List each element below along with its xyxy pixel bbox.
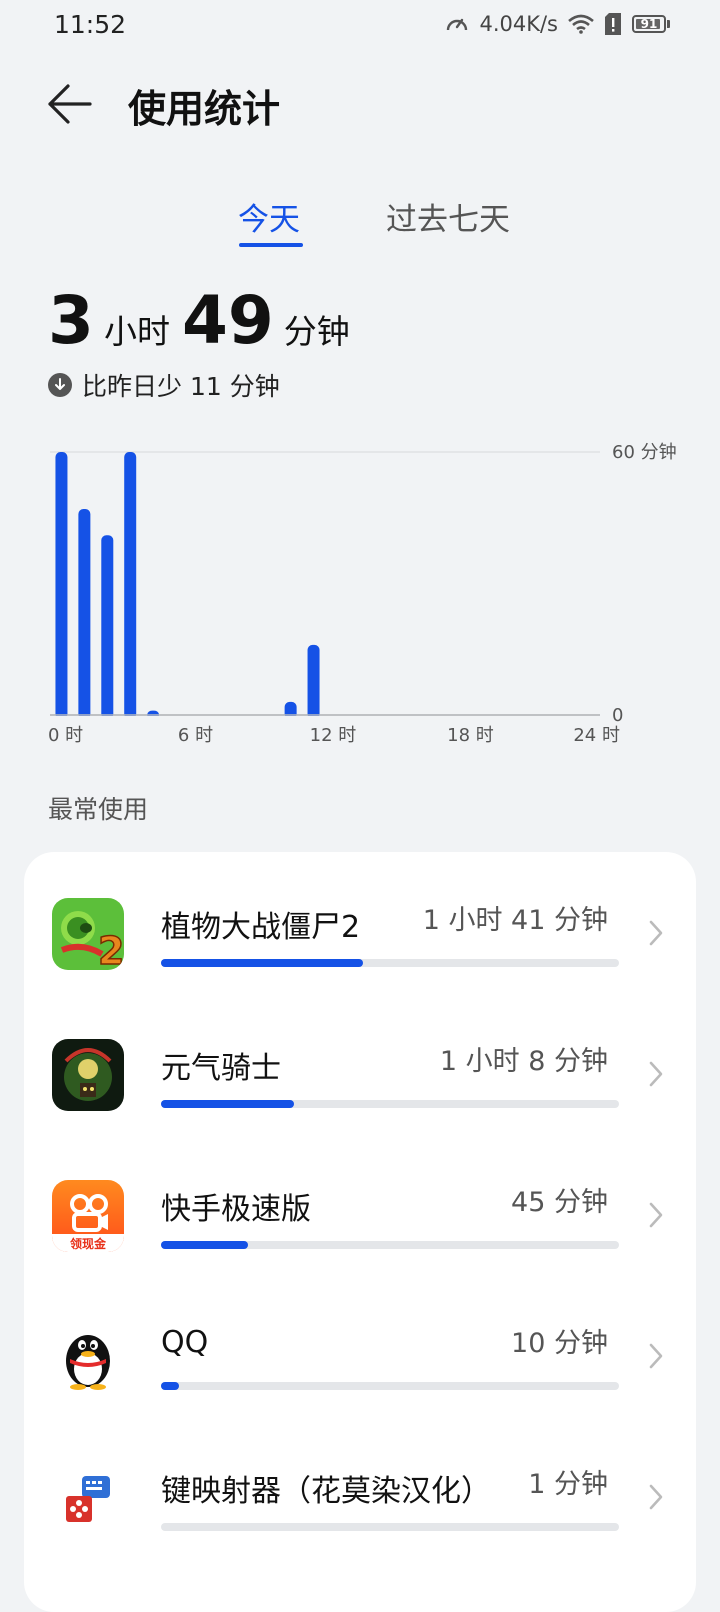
usage-bar bbox=[161, 1100, 619, 1108]
most-used-title: 最常使用 bbox=[48, 795, 149, 824]
net-speed: 4.04K/s bbox=[479, 12, 558, 36]
chevron-right-icon bbox=[649, 1061, 663, 1087]
chart-bar bbox=[78, 508, 91, 719]
compare-yesterday: 比昨日少 11 分钟 bbox=[48, 367, 280, 403]
chart-bar bbox=[101, 535, 114, 719]
usage-bar bbox=[161, 1523, 619, 1531]
app-row-key-mapper[interactable]: 键映射器（花莫染汉化） 1 分钟 bbox=[24, 1416, 696, 1560]
chart-bar bbox=[124, 452, 137, 719]
x-axis-tick-label: 12 时 bbox=[310, 725, 357, 746]
usage-bar bbox=[161, 1241, 619, 1249]
active-tab-indicator bbox=[239, 243, 303, 247]
chart-baseline-mask bbox=[48, 716, 602, 722]
key-mapper-icon bbox=[52, 1462, 124, 1534]
arrow-down-icon bbox=[48, 373, 72, 397]
usage-bar bbox=[161, 959, 619, 967]
chart-bar bbox=[55, 452, 68, 719]
chevron-right-icon bbox=[649, 1484, 663, 1510]
status-bar: 11:52 4.04K/s 91 bbox=[0, 0, 720, 50]
chevron-right-icon bbox=[649, 1343, 663, 1369]
x-axis-tick-label: 24 时 bbox=[573, 725, 620, 746]
speedometer-icon bbox=[447, 18, 468, 31]
hourly-usage-chart: 60 分钟 0 0 时 6 时 12 时 18 时 24 时 bbox=[48, 442, 677, 746]
y-axis-zero-label: 0 bbox=[612, 705, 623, 726]
chart-bar bbox=[307, 644, 320, 719]
y-axis-max-label: 60 分钟 bbox=[612, 442, 677, 463]
app-time: 1 小时 41 分钟 bbox=[422, 905, 608, 936]
sim-alert-icon bbox=[605, 13, 621, 35]
battery-level: 91 bbox=[640, 17, 658, 31]
x-axis-tick-label: 18 时 bbox=[447, 725, 494, 746]
status-icons: 4.04K/s 91 bbox=[445, 12, 670, 36]
svg-text:2: 2 bbox=[98, 929, 124, 970]
app-time: 1 小时 8 分钟 bbox=[439, 1046, 608, 1077]
hours-unit: 小时 bbox=[103, 312, 170, 351]
kuaishou-badge-text: 领现金 bbox=[70, 1236, 107, 1251]
app-name: 键映射器（花莫染汉化） bbox=[161, 1474, 491, 1509]
compare-text: 比昨日少 11 分钟 bbox=[82, 372, 280, 401]
app-name: 植物大战僵尸2 bbox=[161, 910, 361, 945]
chevron-right-icon bbox=[649, 920, 663, 946]
app-row-soul-knight[interactable]: 元气骑士 1 小时 8 分钟 bbox=[24, 993, 696, 1137]
battery-icon: 91 bbox=[632, 15, 666, 33]
app-row-qq[interactable]: QQ 10 分钟 bbox=[24, 1275, 696, 1419]
app-time: 10 分钟 bbox=[511, 1328, 608, 1359]
status-time: 11:52 bbox=[54, 10, 127, 39]
x-axis-tick-label: 6 时 bbox=[178, 725, 213, 746]
wifi-icon bbox=[568, 14, 594, 34]
tab-today[interactable]: 今天 bbox=[238, 194, 300, 239]
back-button[interactable] bbox=[44, 82, 96, 126]
soul-knight-icon bbox=[52, 1039, 124, 1111]
total-usage: 3 小时 49 分钟 bbox=[48, 282, 362, 359]
chevron-right-icon bbox=[649, 1202, 663, 1228]
most-used-card: 2 植物大战僵尸2 1 小时 41 分钟 元气骑士 1 小时 8 分钟 领现金 … bbox=[24, 852, 696, 1612]
back-arrow-icon bbox=[48, 84, 92, 124]
app-time: 45 分钟 bbox=[511, 1187, 608, 1218]
minutes-unit: 分钟 bbox=[283, 312, 350, 351]
qq-penguin-icon bbox=[52, 1321, 124, 1393]
app-row-kuaishou[interactable]: 领现金 快手极速版 45 分钟 bbox=[24, 1134, 696, 1278]
page-title: 使用统计 bbox=[128, 87, 281, 131]
app-name: 元气骑士 bbox=[161, 1051, 281, 1086]
x-axis-tick-label: 0 时 bbox=[48, 725, 83, 746]
app-name: QQ bbox=[161, 1325, 209, 1360]
total-minutes: 49 bbox=[181, 282, 274, 359]
app-name: 快手极速版 bbox=[161, 1192, 311, 1227]
app-time: 1 分钟 bbox=[528, 1469, 608, 1500]
total-hours: 3 bbox=[48, 282, 94, 359]
kuaishou-icon: 领现金 bbox=[52, 1180, 124, 1252]
app-row-plants-vs-zombies[interactable]: 2 植物大战僵尸2 1 小时 41 分钟 bbox=[24, 852, 696, 996]
tab-past-seven-days[interactable]: 过去七天 bbox=[386, 194, 510, 239]
plants-vs-zombies-icon: 2 bbox=[52, 898, 124, 970]
usage-bar bbox=[161, 1382, 619, 1390]
